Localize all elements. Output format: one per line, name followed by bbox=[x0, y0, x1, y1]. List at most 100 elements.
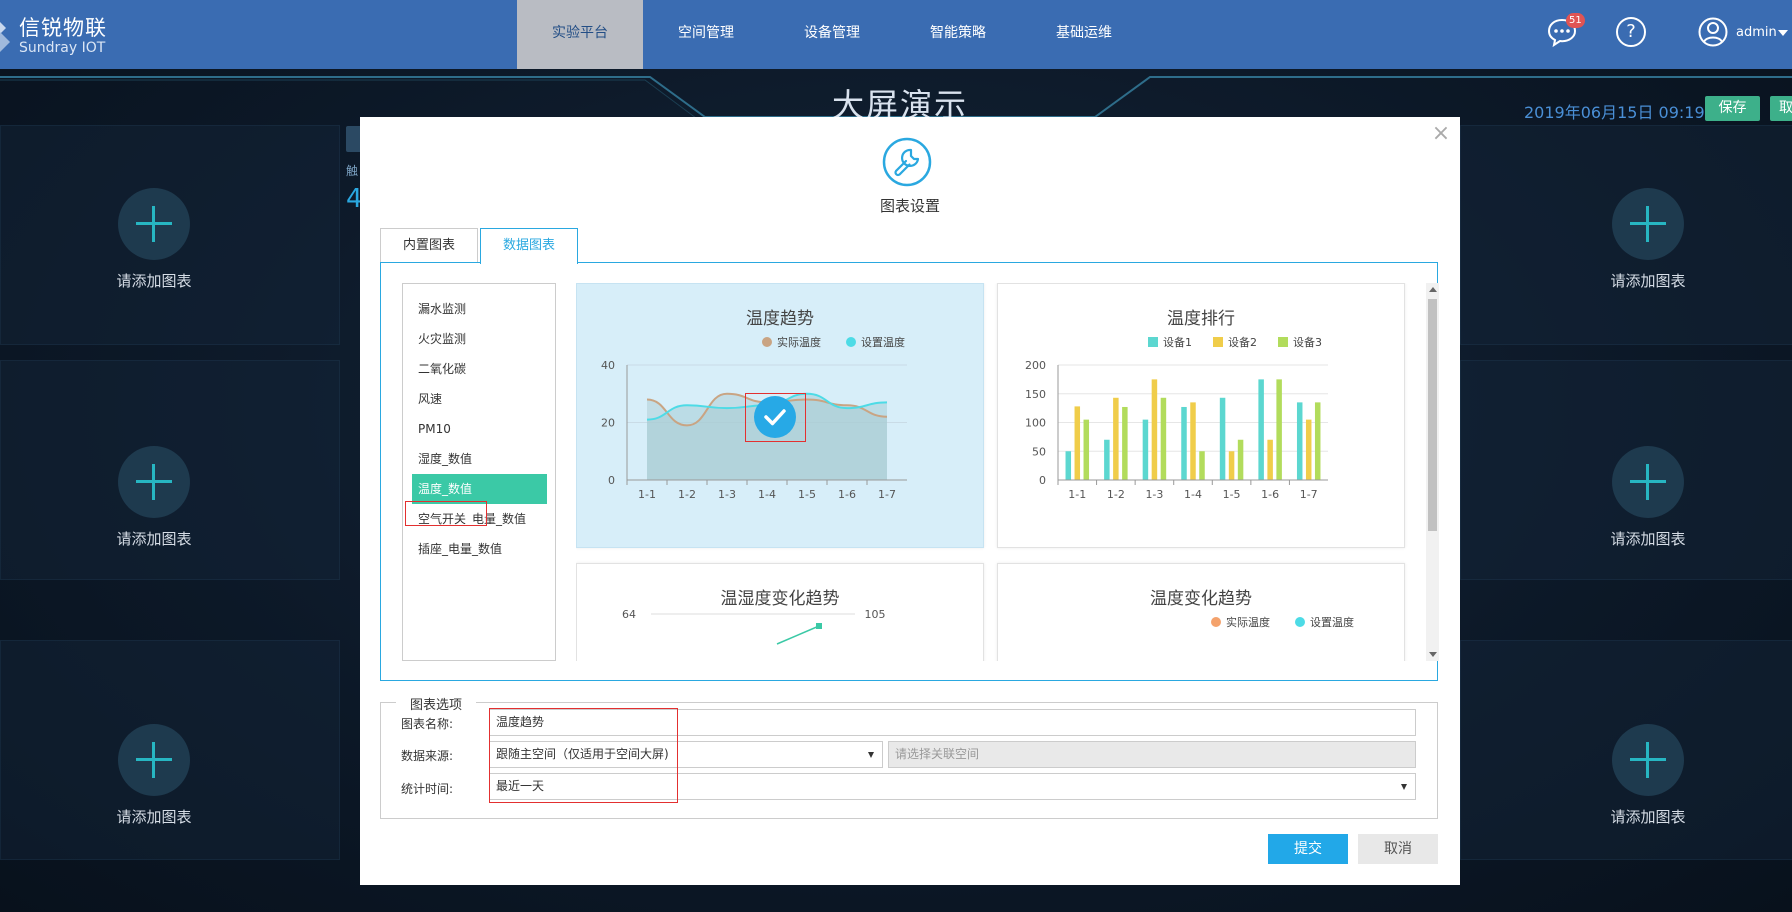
bar bbox=[1151, 379, 1158, 480]
bar bbox=[1113, 397, 1119, 480]
user-menu-chevron-down-icon[interactable] bbox=[1778, 30, 1788, 36]
x-tick-label: 1-3 bbox=[718, 488, 736, 501]
chevron-down-icon bbox=[1401, 784, 1407, 790]
templates-scrollbar[interactable] bbox=[1426, 283, 1439, 661]
y-tick-label: 200 bbox=[1025, 359, 1046, 372]
plus-icon[interactable] bbox=[1612, 188, 1684, 260]
dashboard-left-label: 触 bbox=[346, 164, 359, 178]
data-charts-panel: 漏水监测 火灾监测 二氧化碳 风速 PM10 湿度_数值 温度_数值 空气开关_电量_数值 插座… bbox=[380, 262, 1439, 681]
chart-template-card[interactable]: 温湿度变化趋势 64 105 bbox=[576, 563, 984, 661]
bar bbox=[1190, 402, 1196, 480]
stat-time-label: 统计时间: bbox=[401, 782, 454, 796]
logo-icon bbox=[0, 22, 10, 52]
add-chart-slot[interactable]: 请添加图表 bbox=[1568, 188, 1728, 291]
plus-icon[interactable] bbox=[118, 724, 190, 796]
bar bbox=[1181, 406, 1187, 480]
series-point bbox=[816, 623, 822, 629]
close-icon[interactable]: × bbox=[1431, 123, 1451, 145]
dashboard-datetime: 2019年06月15日 09:19 bbox=[1524, 103, 1705, 122]
bar bbox=[1074, 406, 1081, 480]
plus-icon[interactable] bbox=[1612, 446, 1684, 518]
y-tick-label: 50 bbox=[1032, 445, 1046, 458]
nav-item-4[interactable]: 基础运维 bbox=[1021, 0, 1147, 69]
list-item[interactable]: 湿度_数值 bbox=[403, 444, 555, 474]
scroll-up-arrow-icon[interactable] bbox=[1429, 287, 1437, 292]
wrench-icon bbox=[882, 137, 932, 187]
nav-item-1[interactable]: 空间管理 bbox=[643, 0, 769, 69]
submit-button[interactable]: 提交 bbox=[1268, 834, 1348, 864]
add-chart-slot[interactable]: 请添加图表 bbox=[1568, 446, 1728, 549]
legend-marker bbox=[1278, 337, 1288, 347]
data-source-label: 数据来源: bbox=[401, 749, 454, 763]
list-item[interactable]: 插座_电量_数值 bbox=[403, 534, 555, 564]
related-space-input: 请选择关联空间 bbox=[888, 741, 1416, 768]
legend-label: 设备2 bbox=[1228, 335, 1257, 349]
x-tick-label: 1-2 bbox=[678, 488, 696, 501]
y-tick-label: 0 bbox=[608, 474, 615, 487]
brand-name-en: Sundray IOT bbox=[19, 40, 106, 56]
username[interactable]: admin bbox=[1736, 25, 1777, 40]
y-tick-label: 100 bbox=[1025, 417, 1046, 430]
legend-marker bbox=[762, 337, 772, 347]
legend-label: 设备1 bbox=[1163, 335, 1192, 349]
x-tick-label: 1-5 bbox=[798, 488, 816, 501]
scroll-down-arrow-icon[interactable] bbox=[1429, 652, 1437, 657]
add-chart-slot[interactable]: 请添加图表 bbox=[1568, 724, 1728, 827]
list-item[interactable]: 火灾监测 bbox=[403, 324, 555, 354]
add-chart-slot[interactable]: 请添加图表 bbox=[74, 446, 234, 549]
nav-item-0[interactable]: 实验平台 bbox=[517, 0, 643, 69]
list-item[interactable]: 风速 bbox=[403, 384, 555, 414]
data-type-list: 漏水监测 火灾监测 二氧化碳 风速 PM10 湿度_数值 温度_数值 空气开关_电量_数值 插座… bbox=[402, 283, 556, 661]
bar bbox=[1142, 419, 1149, 480]
checkmark-icon bbox=[754, 396, 796, 438]
add-chart-slot[interactable]: 请添加图表 bbox=[74, 724, 234, 827]
list-item[interactable]: 二氧化碳 bbox=[403, 354, 555, 384]
list-item[interactable]: PM10 bbox=[403, 414, 555, 444]
list-item[interactable]: 温度_数值 bbox=[412, 474, 547, 504]
nav-item-2[interactable]: 设备管理 bbox=[769, 0, 895, 69]
add-chart-slot[interactable]: 请添加图表 bbox=[74, 188, 234, 291]
plus-icon[interactable] bbox=[1612, 724, 1684, 796]
tab-data-charts[interactable]: 数据图表 bbox=[480, 228, 579, 264]
bar bbox=[1258, 379, 1264, 480]
plus-icon[interactable] bbox=[118, 188, 190, 260]
y-tick-label: 40 bbox=[601, 359, 615, 372]
add-chart-label: 请添加图表 bbox=[116, 530, 192, 548]
legend-label: 实际温度 bbox=[1226, 615, 1270, 629]
brand-name-cn: 信锐物联 bbox=[19, 16, 107, 40]
add-chart-label: 请添加图表 bbox=[116, 272, 192, 290]
chart-template-card-selected[interactable]: 温度趋势 实际温度 设置温度 0 20 40 1-1 1-2 1-3 1-4 1-5 1-6 1-7 bbox=[576, 283, 984, 548]
nav-item-3[interactable]: 智能策略 bbox=[895, 0, 1021, 69]
x-tick-label: 1-6 bbox=[1261, 488, 1279, 501]
chart-template-card[interactable]: 温度排行 设备1 设备2 设备3 0 50 100 150 200 1-1 1-2 1-3 1-4 1-… bbox=[997, 283, 1405, 548]
y-left-tick-label: 64 bbox=[622, 608, 636, 621]
brand-logo[interactable]: 信锐物联 Sundray IOT bbox=[0, 4, 110, 64]
dashboard-cancel-button[interactable]: 取 bbox=[1770, 96, 1792, 121]
x-tick-label: 1-1 bbox=[638, 488, 656, 501]
add-chart-label: 请添加图表 bbox=[1610, 272, 1686, 290]
user-avatar-icon[interactable] bbox=[1698, 17, 1728, 47]
cancel-button[interactable]: 取消 bbox=[1358, 834, 1438, 864]
legend-marker bbox=[1295, 617, 1305, 627]
chart-template-card[interactable]: 温度变化趋势 实际温度 设置温度 bbox=[997, 563, 1405, 661]
chart-name-label: 图表名称: bbox=[401, 717, 454, 731]
plus-icon[interactable] bbox=[118, 446, 190, 518]
help-icon[interactable]: ? bbox=[1616, 17, 1646, 47]
add-chart-label: 请添加图表 bbox=[1610, 530, 1686, 548]
chevron-down-icon bbox=[868, 752, 874, 758]
list-item[interactable]: 漏水监测 bbox=[403, 294, 555, 324]
legend-label: 设置温度 bbox=[861, 335, 905, 349]
x-tick-label: 1-7 bbox=[1300, 488, 1318, 501]
bar bbox=[1219, 397, 1226, 480]
legend-marker bbox=[1211, 617, 1221, 627]
bar bbox=[1267, 439, 1273, 480]
scroll-thumb[interactable] bbox=[1428, 299, 1437, 531]
chart-options-fieldset: 图表选项 图表名称: 温度趋势 数据来源: 跟随主空间（仅适用于空间大屏) 请选… bbox=[380, 694, 1438, 819]
x-tick-label: 1-3 bbox=[1145, 488, 1163, 501]
temp-humidity-trend-chart: 64 105 bbox=[622, 608, 886, 645]
bar bbox=[1276, 379, 1282, 480]
x-tick-label: 1-1 bbox=[1068, 488, 1086, 501]
tab-builtin-charts[interactable]: 内置图表 bbox=[380, 228, 479, 263]
dashboard-save-button[interactable]: 保存 bbox=[1705, 96, 1760, 121]
x-tick-label: 1-7 bbox=[878, 488, 896, 501]
